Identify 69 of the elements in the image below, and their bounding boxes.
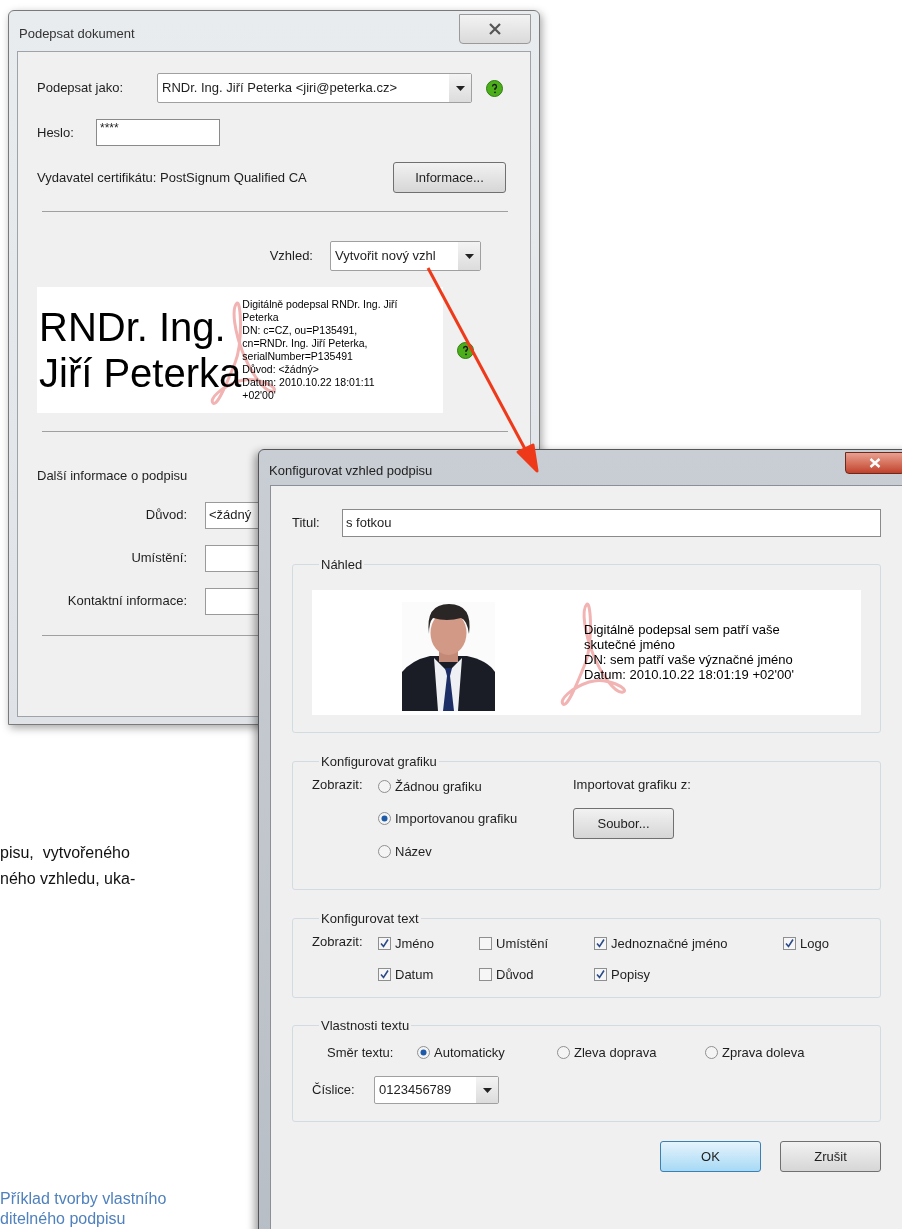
button[interactable]: Zrušit: [780, 1141, 881, 1172]
radio-label[interactable]: Žádnou grafiku: [395, 776, 482, 796]
caret-icon: [464, 253, 474, 259]
signature-details: Digitálně podepsal RNDr. Ing. Jiří Peterka DN: c=CZ, ou=P135491, cn=RNDr. Ing. Jiří Peterka, serialNumber=P135491 Důvod: <žádný> Datum: 2010.10.22 18:01:11 +02'00': [242, 298, 398, 402]
checkbox-label[interactable]: Popisy: [611, 965, 651, 985]
group-heading: Náhled: [320, 556, 364, 574]
radio-button[interactable]: [378, 812, 391, 826]
group-heading: Konfigurovat grafiku: [320, 753, 438, 771]
close-button[interactable]: [459, 14, 531, 44]
checkbox-label[interactable]: Jméno: [395, 933, 435, 953]
signer-dropdown[interactable]: RNDr. Ing. Jiří Peterka <jiri@peterka.cz>: [157, 73, 472, 103]
field-label: Zobrazit:: [312, 775, 364, 794]
field-label: Heslo:: [37, 123, 75, 142]
radio-button[interactable]: [417, 1045, 430, 1059]
button[interactable]: Informace...: [393, 162, 506, 193]
radio-label[interactable]: Importovanou grafiku: [395, 809, 518, 829]
radio-button[interactable]: [557, 1045, 570, 1059]
window-title: Konfigurovat vzhled podpisu: [269, 462, 433, 480]
radio-label[interactable]: Název: [395, 841, 432, 861]
field-label: Důvod:: [144, 506, 187, 525]
section-heading: Další informace o podpisu: [37, 467, 188, 485]
help-icon[interactable]: [457, 341, 474, 359]
checkbox[interactable]: [594, 968, 607, 982]
field-label: Směr textu:: [327, 1043, 395, 1062]
radio-button[interactable]: [378, 779, 391, 793]
signature-details: Digitálně podepsal sem patří vaše skutečné jméno DN: sem patří vaše význačné jméno Datum: 2010.10.22 18:01:19 +02'00': [584, 622, 794, 682]
issuer-text: Vydavatel certifikátu: PostSignum Qualified CA: [37, 168, 307, 187]
radio-label[interactable]: Automaticky: [434, 1042, 505, 1062]
field-label: Zobrazit:: [312, 932, 364, 951]
field-label: Vzhled:: [269, 247, 313, 266]
window-title: Podepsat dokument: [19, 25, 135, 43]
title-field[interactable]: s fotkou: [342, 509, 881, 537]
checkbox-label[interactable]: Umístění: [496, 933, 548, 953]
group-heading: Konfigurovat text: [320, 910, 420, 928]
appearance-dropdown[interactable]: Vytvořit nový vzhl: [330, 241, 481, 271]
group-heading: Vlastnosti textu: [320, 1017, 411, 1035]
checkbox[interactable]: [479, 936, 492, 950]
checkbox[interactable]: [783, 936, 796, 950]
checkbox-label[interactable]: Logo: [800, 933, 829, 953]
radio-label[interactable]: Zleva doprava: [574, 1042, 657, 1062]
button[interactable]: Soubor...: [573, 808, 674, 839]
checkbox-label[interactable]: Důvod: [496, 965, 534, 985]
digits-dropdown[interactable]: 0123456789: [374, 1076, 499, 1104]
field-label: Titul:: [292, 514, 321, 533]
caret-icon: [455, 85, 465, 91]
figure-caption: Příklad tvorby vlastního ditelného podpisu: [0, 1189, 167, 1229]
checkbox[interactable]: [594, 936, 607, 950]
help-icon[interactable]: [486, 79, 503, 97]
close-button[interactable]: [845, 452, 902, 474]
close-icon: [488, 23, 502, 35]
field-label: Kontaktní informace:: [66, 592, 187, 611]
field-label: Číslice:: [312, 1081, 356, 1100]
password-field[interactable]: ****: [96, 119, 220, 146]
radio-button[interactable]: [705, 1045, 718, 1059]
field-label: Umístění:: [130, 549, 187, 568]
close-icon: [869, 458, 881, 468]
radio-label[interactable]: Zprava doleva: [722, 1042, 805, 1062]
caret-icon: [482, 1087, 492, 1093]
checkbox[interactable]: [378, 968, 391, 982]
checkbox[interactable]: [378, 936, 391, 950]
button[interactable]: OK: [660, 1141, 761, 1172]
checkbox-label[interactable]: Datum: [395, 965, 434, 985]
paragraph-text: pisu, vytvořeného ného vzhledu, uka-: [0, 843, 136, 889]
checkbox[interactable]: [479, 968, 492, 982]
field-label: Importovat grafiku z:: [573, 775, 691, 794]
field-label: Podepsat jako:: [37, 79, 124, 98]
radio-button[interactable]: [378, 844, 391, 858]
signature-name: RNDr. Ing. Jiří Peterka: [39, 304, 242, 395]
checkbox-label[interactable]: Jednoznačné jméno: [611, 933, 728, 953]
